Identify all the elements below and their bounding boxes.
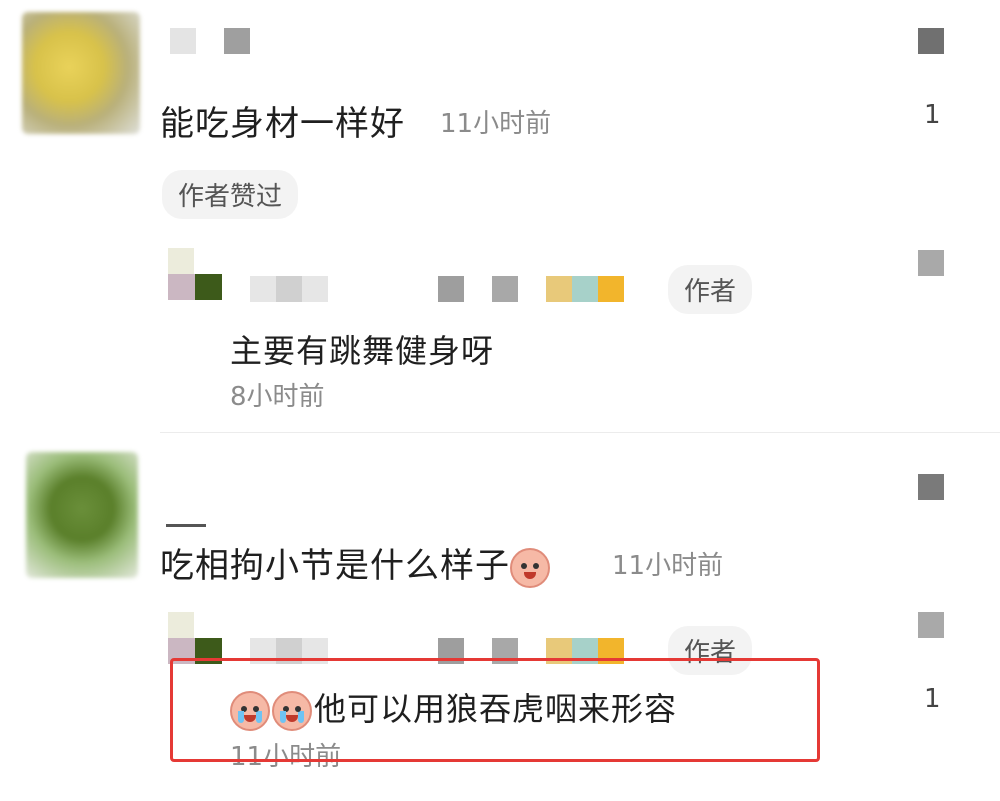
reply-time: 8小时前 [230, 382, 325, 412]
commenter-avatar[interactable] [26, 452, 138, 578]
comment-text: 吃相拘小节是什么样子 [160, 538, 552, 588]
comment-time: 11小时前 [612, 551, 724, 581]
author-liked-badge: 作者赞过 [162, 170, 299, 219]
shy-face-emoji-icon [510, 547, 550, 588]
reply-name-redacted[interactable] [250, 276, 624, 302]
reply-like-icon[interactable] [918, 612, 944, 638]
like-count: 1 [924, 100, 941, 130]
like-icon[interactable] [918, 28, 944, 54]
highlight-annotation-box [170, 658, 820, 762]
commenter-avatar[interactable] [22, 12, 140, 134]
reply-text: 主要有跳舞健身呀 [230, 332, 495, 370]
comment-divider [160, 432, 1000, 433]
commenter-name-redacted[interactable] [166, 524, 206, 527]
commenter-name-redacted[interactable] [170, 28, 250, 54]
author-tag: 作者 [668, 265, 753, 314]
reply-avatar-redacted[interactable] [168, 248, 222, 300]
reply-avatar-redacted[interactable] [168, 612, 222, 664]
reply-like-icon[interactable] [918, 250, 944, 276]
comment-time: 11小时前 [440, 109, 552, 139]
like-icon[interactable] [918, 474, 944, 500]
reply-like-count: 1 [924, 684, 941, 714]
comment-text-content: 吃相拘小节是什么样子 [160, 546, 510, 586]
comment-text: 能吃身材一样好 [160, 104, 405, 144]
